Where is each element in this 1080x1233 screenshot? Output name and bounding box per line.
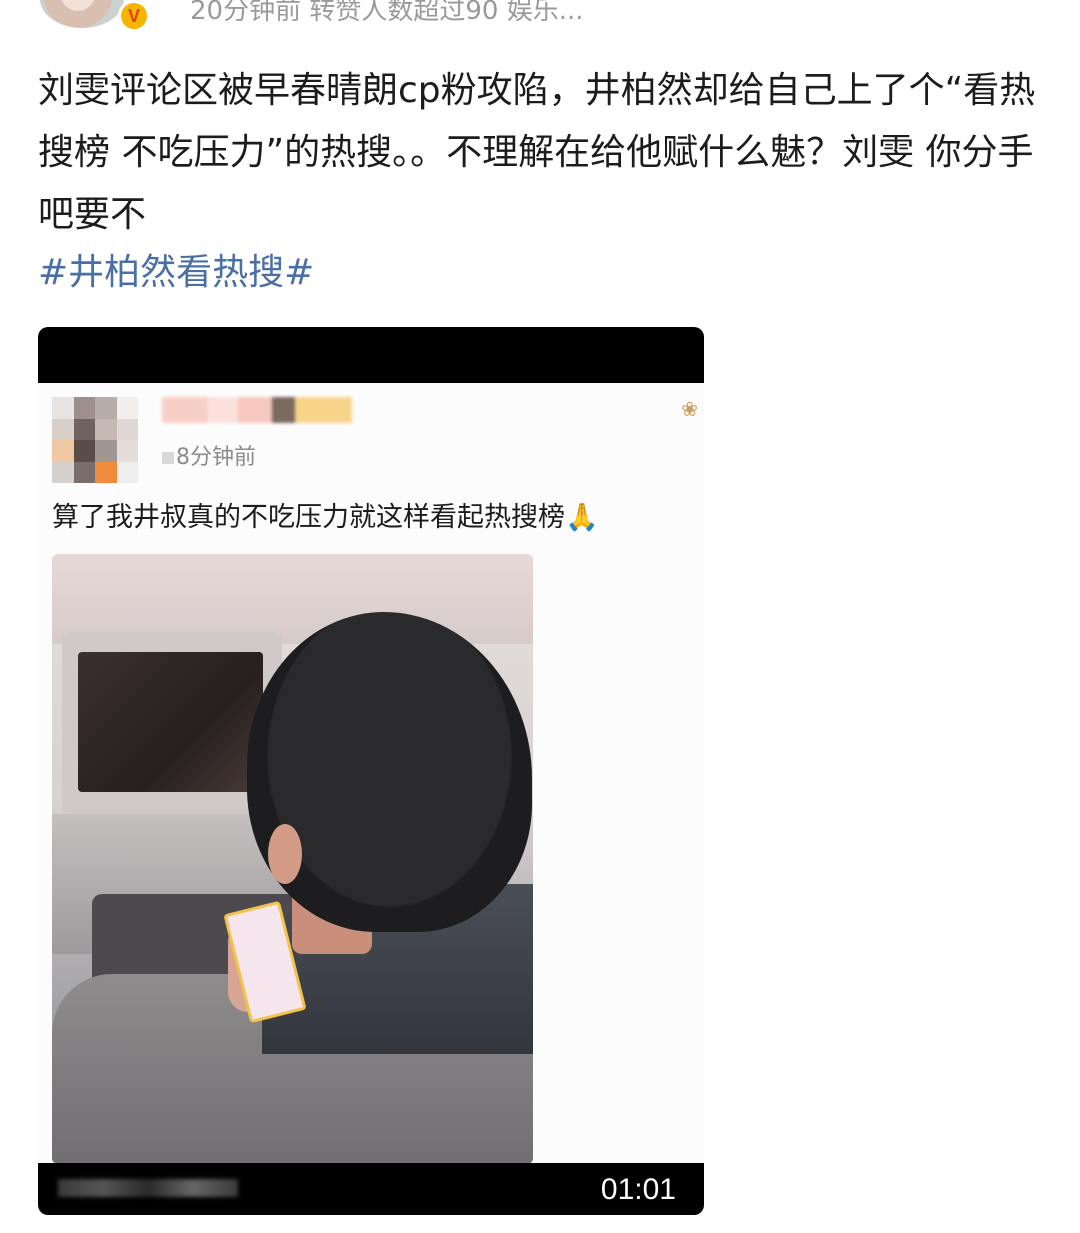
inner-post-time-text: 8分钟前 [176,445,256,470]
video-frame-image [52,554,533,1164]
seatback-screen [78,652,263,792]
inner-post-text-content: 算了我井叔真的不吃压力就这样看起热搜榜 [52,502,565,533]
hashtag-link[interactable]: #井柏然看热搜# [38,242,314,304]
decoration-icon: ❀ [681,397,698,421]
video-player[interactable]: ❀ 8分钟前 算了我井叔真的不吃压力就这样看起热搜榜🙏 01:01 [38,327,704,1215]
blurred-username [162,397,352,423]
blur-dot [162,452,174,464]
inner-post-time: 8分钟前 [162,439,256,471]
person-head [247,612,532,932]
pixelated-avatar [52,397,138,483]
praying-hands-icon: 🙏 [565,502,599,533]
video-progress-bar[interactable] [58,1179,238,1197]
verified-badge-icon: V [118,0,150,32]
post-text: 刘雯评论区被早春晴朗cp粉攻陷，井柏然却给自己上了个“看热搜榜 不吃压力”的热搜… [38,70,1036,235]
inner-post-text: 算了我井叔真的不吃压力就这样看起热搜榜🙏 [52,495,599,534]
video-top-bar [38,327,704,383]
video-duration: 01:01 [600,1173,676,1206]
post-meta: 20分钟前 转赞人数超过90 娱乐... [190,0,584,26]
post-header: V 20分钟前 转赞人数超过90 娱乐... [40,0,1040,32]
embedded-post-screenshot: ❀ 8分钟前 算了我井叔真的不吃压力就这样看起热搜榜🙏 [38,383,704,1164]
author-avatar[interactable] [40,0,124,28]
video-controls-bar[interactable]: 01:01 [38,1163,704,1215]
